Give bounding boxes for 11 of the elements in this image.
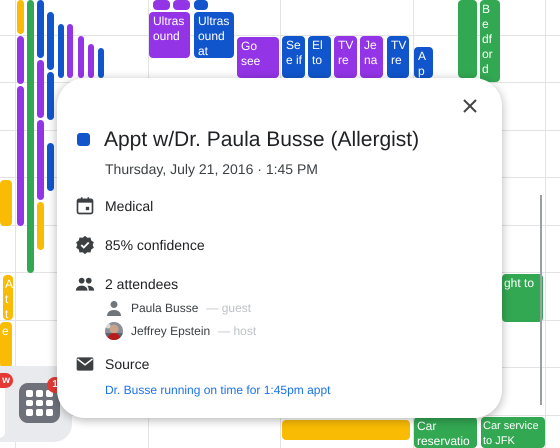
event-datetime: Thursday, July 21, 2016 · 1:45 PM — [105, 160, 318, 176]
calendar-name: Medical — [105, 196, 154, 216]
notification-badge: w — [0, 373, 13, 388]
attendee-role: — host — [218, 322, 256, 340]
event-title: Appt w/Dr. Paula Busse (Allergist) — [104, 127, 420, 153]
attendee-name: Jeffrey Epstein — [131, 322, 210, 340]
attendee-name: Paula Busse — [131, 300, 198, 316]
confidence-label: 85% confidence — [105, 236, 205, 254]
attendees-heading: 2 attendees — [105, 274, 178, 294]
attendee-role: — guest — [206, 300, 252, 316]
source-label: Source — [105, 354, 150, 374]
